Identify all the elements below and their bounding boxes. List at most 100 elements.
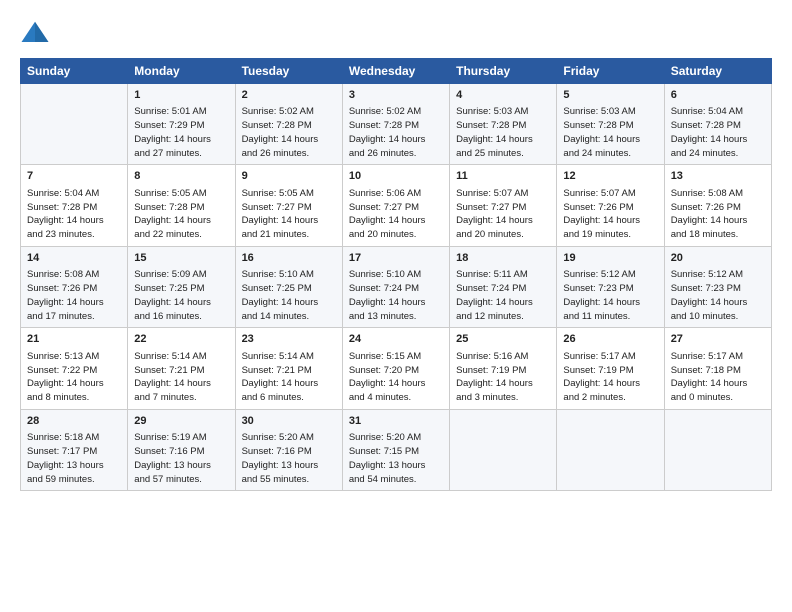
calendar-cell: 5 Sunrise: 5:03 AM Sunset: 7:28 PM Daylig…	[557, 84, 664, 165]
cell-info: Sunrise: 5:09 AM Sunset: 7:25 PM Dayligh…	[134, 268, 228, 323]
day-number: 8	[134, 169, 228, 184]
day-number: 18	[456, 251, 550, 266]
day-number: 10	[349, 169, 443, 184]
cell-info: Sunrise: 5:02 AM Sunset: 7:28 PM Dayligh…	[349, 105, 443, 160]
calendar-cell: 15Sunrise: 5:09 AM Sunset: 7:25 PM Dayli…	[128, 246, 235, 327]
day-header-monday: Monday	[128, 59, 235, 84]
cell-info: Sunrise: 5:10 AM Sunset: 7:25 PM Dayligh…	[242, 268, 336, 323]
calendar-cell: 7Sunrise: 5:04 AM Sunset: 7:28 PM Daylig…	[21, 165, 128, 246]
calendar-cell: 8 Sunrise: 5:05 AM Sunset: 7:28 PM Daylig…	[128, 165, 235, 246]
cell-info: Sunrise: 5:03 AM Sunset: 7:28 PM Dayligh…	[563, 105, 657, 160]
day-number: 20	[671, 251, 765, 266]
cell-info: Sunrise: 5:17 AM Sunset: 7:19 PM Dayligh…	[563, 350, 657, 405]
logo	[20, 18, 52, 48]
day-number: 17	[349, 251, 443, 266]
calendar-cell: 1 Sunrise: 5:01 AM Sunset: 7:29 PM Daylig…	[128, 84, 235, 165]
calendar-cell	[450, 409, 557, 490]
calendar-cell: 14Sunrise: 5:08 AM Sunset: 7:26 PM Dayli…	[21, 246, 128, 327]
calendar-cell: 11 Sunrise: 5:07 AM Sunset: 7:27 PM Dayli…	[450, 165, 557, 246]
day-number: 16	[242, 251, 336, 266]
day-header-friday: Friday	[557, 59, 664, 84]
day-number: 21	[27, 332, 121, 347]
calendar-cell: 2 Sunrise: 5:02 AM Sunset: 7:28 PM Daylig…	[235, 84, 342, 165]
day-number: 29	[134, 414, 228, 429]
day-number: 1	[134, 88, 228, 103]
day-number: 30	[242, 414, 336, 429]
calendar-cell: 17Sunrise: 5:10 AM Sunset: 7:24 PM Dayli…	[342, 246, 449, 327]
calendar-cell: 28Sunrise: 5:18 AM Sunset: 7:17 PM Dayli…	[21, 409, 128, 490]
calendar-cell: 6Sunrise: 5:04 AM Sunset: 7:28 PM Daylig…	[664, 84, 771, 165]
page: SundayMondayTuesdayWednesdayThursdayFrid…	[0, 0, 792, 612]
day-number: 9	[242, 169, 336, 184]
calendar-cell	[664, 409, 771, 490]
calendar-cell: 16 Sunrise: 5:10 AM Sunset: 7:25 PM Dayli…	[235, 246, 342, 327]
header	[20, 18, 772, 48]
day-number: 11	[456, 169, 550, 184]
cell-info: Sunrise: 5:12 AM Sunset: 7:23 PM Dayligh…	[671, 268, 765, 323]
calendar-cell	[557, 409, 664, 490]
calendar-cell: 25 Sunrise: 5:16 AM Sunset: 7:19 PM Dayli…	[450, 328, 557, 409]
calendar-cell: 30 Sunrise: 5:20 AM Sunset: 7:16 PM Dayli…	[235, 409, 342, 490]
calendar-cell: 18 Sunrise: 5:11 AM Sunset: 7:24 PM Dayli…	[450, 246, 557, 327]
day-header-tuesday: Tuesday	[235, 59, 342, 84]
day-number: 12	[563, 169, 657, 184]
calendar-week-row: 28Sunrise: 5:18 AM Sunset: 7:17 PM Dayli…	[21, 409, 772, 490]
calendar-cell: 24 Sunrise: 5:15 AM Sunset: 7:20 PM Dayli…	[342, 328, 449, 409]
cell-info: Sunrise: 5:01 AM Sunset: 7:29 PM Dayligh…	[134, 105, 228, 160]
cell-info: Sunrise: 5:16 AM Sunset: 7:19 PM Dayligh…	[456, 350, 550, 405]
cell-info: Sunrise: 5:15 AM Sunset: 7:20 PM Dayligh…	[349, 350, 443, 405]
calendar-header-row: SundayMondayTuesdayWednesdayThursdayFrid…	[21, 59, 772, 84]
cell-info: Sunrise: 5:05 AM Sunset: 7:28 PM Dayligh…	[134, 187, 228, 242]
day-number: 24	[349, 332, 443, 347]
calendar-week-row: 21 Sunrise: 5:13 AM Sunset: 7:22 PM Dayli…	[21, 328, 772, 409]
cell-info: Sunrise: 5:07 AM Sunset: 7:27 PM Dayligh…	[456, 187, 550, 242]
cell-info: Sunrise: 5:05 AM Sunset: 7:27 PM Dayligh…	[242, 187, 336, 242]
cell-info: Sunrise: 5:14 AM Sunset: 7:21 PM Dayligh…	[134, 350, 228, 405]
cell-info: Sunrise: 5:02 AM Sunset: 7:28 PM Dayligh…	[242, 105, 336, 160]
cell-info: Sunrise: 5:20 AM Sunset: 7:15 PM Dayligh…	[349, 431, 443, 486]
day-number: 4	[456, 88, 550, 103]
day-header-thursday: Thursday	[450, 59, 557, 84]
calendar-week-row: 14Sunrise: 5:08 AM Sunset: 7:26 PM Dayli…	[21, 246, 772, 327]
cell-info: Sunrise: 5:06 AM Sunset: 7:27 PM Dayligh…	[349, 187, 443, 242]
cell-info: Sunrise: 5:20 AM Sunset: 7:16 PM Dayligh…	[242, 431, 336, 486]
day-number: 3	[349, 88, 443, 103]
calendar-cell: 19Sunrise: 5:12 AM Sunset: 7:23 PM Dayli…	[557, 246, 664, 327]
cell-info: Sunrise: 5:14 AM Sunset: 7:21 PM Dayligh…	[242, 350, 336, 405]
calendar-cell: 27Sunrise: 5:17 AM Sunset: 7:18 PM Dayli…	[664, 328, 771, 409]
calendar-week-row: 7Sunrise: 5:04 AM Sunset: 7:28 PM Daylig…	[21, 165, 772, 246]
cell-info: Sunrise: 5:13 AM Sunset: 7:22 PM Dayligh…	[27, 350, 121, 405]
cell-info: Sunrise: 5:08 AM Sunset: 7:26 PM Dayligh…	[27, 268, 121, 323]
cell-info: Sunrise: 5:19 AM Sunset: 7:16 PM Dayligh…	[134, 431, 228, 486]
cell-info: Sunrise: 5:03 AM Sunset: 7:28 PM Dayligh…	[456, 105, 550, 160]
day-number: 25	[456, 332, 550, 347]
day-number: 6	[671, 88, 765, 103]
day-number: 26	[563, 332, 657, 347]
day-number: 5	[563, 88, 657, 103]
calendar-cell: 13 Sunrise: 5:08 AM Sunset: 7:26 PM Dayli…	[664, 165, 771, 246]
day-number: 31	[349, 414, 443, 429]
cell-info: Sunrise: 5:08 AM Sunset: 7:26 PM Dayligh…	[671, 187, 765, 242]
cell-info: Sunrise: 5:12 AM Sunset: 7:23 PM Dayligh…	[563, 268, 657, 323]
calendar-week-row: 1 Sunrise: 5:01 AM Sunset: 7:29 PM Daylig…	[21, 84, 772, 165]
calendar-cell: 9 Sunrise: 5:05 AM Sunset: 7:27 PM Daylig…	[235, 165, 342, 246]
day-number: 23	[242, 332, 336, 347]
day-number: 7	[27, 169, 121, 184]
day-header-saturday: Saturday	[664, 59, 771, 84]
calendar-table: SundayMondayTuesdayWednesdayThursdayFrid…	[20, 58, 772, 491]
calendar-cell	[21, 84, 128, 165]
day-number: 2	[242, 88, 336, 103]
cell-info: Sunrise: 5:11 AM Sunset: 7:24 PM Dayligh…	[456, 268, 550, 323]
calendar-cell: 26 Sunrise: 5:17 AM Sunset: 7:19 PM Dayli…	[557, 328, 664, 409]
day-header-sunday: Sunday	[21, 59, 128, 84]
calendar-cell: 31 Sunrise: 5:20 AM Sunset: 7:15 PM Dayli…	[342, 409, 449, 490]
day-number: 13	[671, 169, 765, 184]
day-number: 22	[134, 332, 228, 347]
calendar-cell: 12 Sunrise: 5:07 AM Sunset: 7:26 PM Dayli…	[557, 165, 664, 246]
calendar-cell: 22 Sunrise: 5:14 AM Sunset: 7:21 PM Dayli…	[128, 328, 235, 409]
day-number: 27	[671, 332, 765, 347]
calendar-cell: 4 Sunrise: 5:03 AM Sunset: 7:28 PM Daylig…	[450, 84, 557, 165]
day-number: 28	[27, 414, 121, 429]
cell-info: Sunrise: 5:07 AM Sunset: 7:26 PM Dayligh…	[563, 187, 657, 242]
calendar-cell: 20 Sunrise: 5:12 AM Sunset: 7:23 PM Dayli…	[664, 246, 771, 327]
